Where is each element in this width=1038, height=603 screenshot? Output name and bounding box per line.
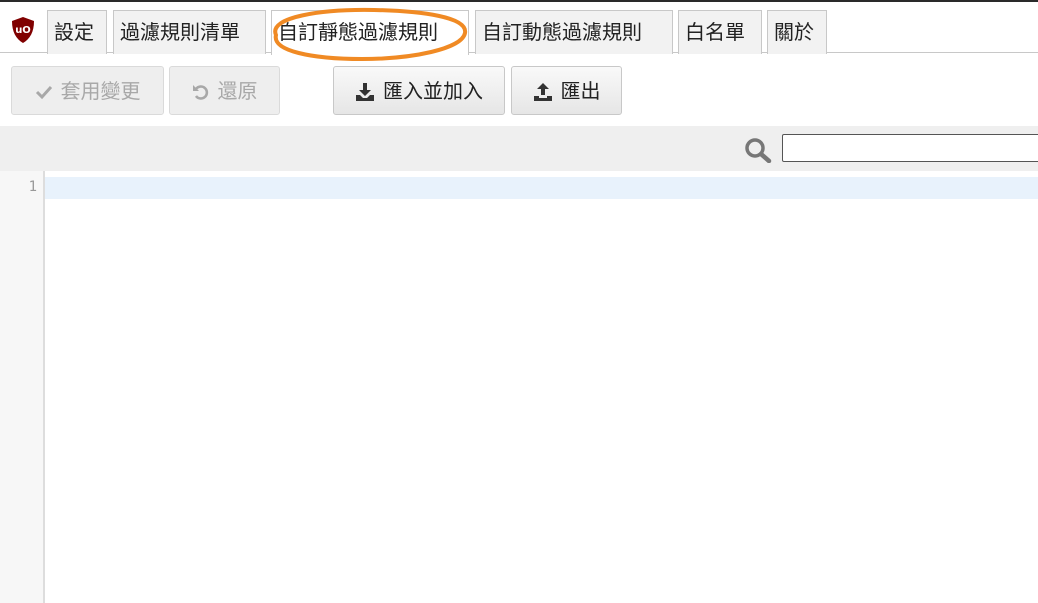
apply-changes-button[interactable]: 套用變更 xyxy=(11,66,164,115)
tab-whitelist[interactable]: 白名單 xyxy=(678,10,762,54)
svg-text:uO: uO xyxy=(15,25,31,36)
tab-filter-lists[interactable]: 過濾規則清單 xyxy=(113,10,266,54)
tab-settings[interactable]: 設定 xyxy=(47,10,107,54)
tab-about[interactable]: 關於 xyxy=(767,10,827,54)
tab-my-rules[interactable]: 自訂動態過濾規則 xyxy=(475,10,673,54)
ublock-logo-icon: uO xyxy=(12,17,34,43)
apply-changes-label: 套用變更 xyxy=(60,79,141,103)
line-number: 1 xyxy=(28,179,37,195)
search-input[interactable] xyxy=(782,134,1038,162)
tab-my-filters[interactable]: 自訂靜態過濾規則 xyxy=(271,10,469,55)
upload-icon xyxy=(533,82,552,101)
import-append-button[interactable]: 匯入並加入 xyxy=(333,66,505,115)
download-icon xyxy=(356,82,374,101)
export-label: 匯出 xyxy=(560,79,601,103)
line-number-gutter: 1 xyxy=(0,171,45,603)
active-line-highlight xyxy=(45,177,1038,199)
filter-editor[interactable] xyxy=(45,171,1038,603)
revert-button[interactable]: 還原 xyxy=(169,66,280,115)
tab-bar: uO 設定 過濾規則清單 自訂靜態過濾規則 自訂動態過濾規則 白名單 關於 xyxy=(0,2,1038,55)
export-button[interactable]: 匯出 xyxy=(511,66,622,115)
undo-icon xyxy=(192,84,208,100)
search-bar xyxy=(0,126,1038,171)
import-append-label: 匯入並加入 xyxy=(383,79,483,103)
revert-label: 還原 xyxy=(217,79,258,103)
checkmark-icon xyxy=(35,85,52,99)
search-icon[interactable] xyxy=(744,137,772,163)
